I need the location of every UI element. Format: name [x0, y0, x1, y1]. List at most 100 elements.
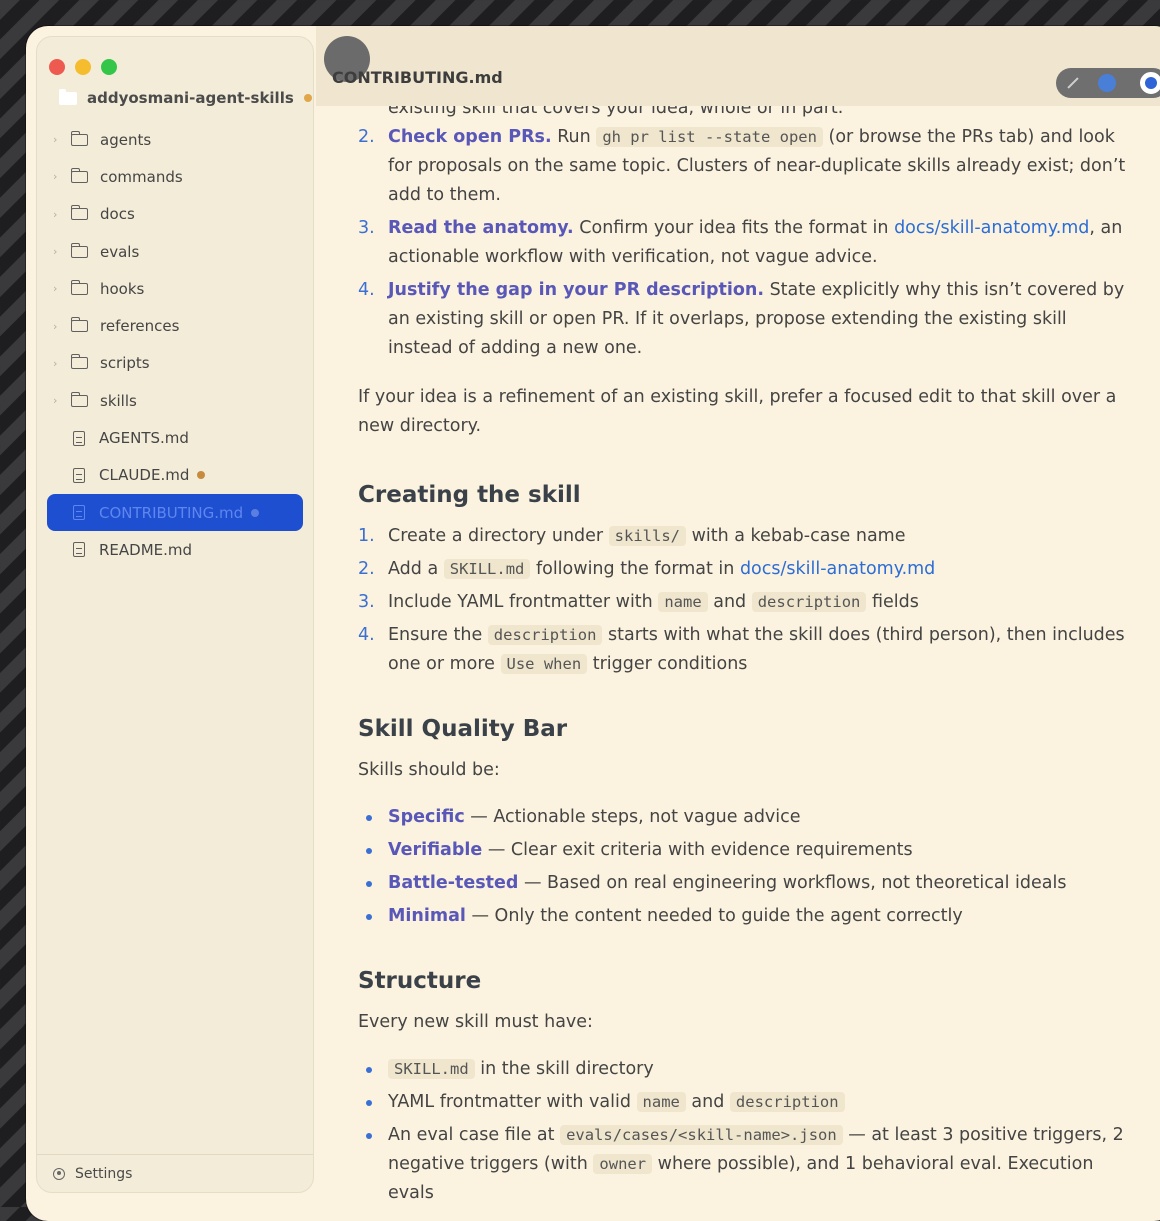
- sidebar-item-contributing-md[interactable]: CONTRIBUTING.md: [47, 493, 303, 532]
- chevron-right-icon[interactable]: ›: [53, 320, 63, 333]
- inline-code: SKILL.md: [443, 559, 531, 579]
- inline-code: name: [658, 592, 708, 612]
- chevron-right-icon[interactable]: ›: [53, 357, 63, 370]
- sidebar-item-readme-md[interactable]: README.md: [37, 531, 313, 568]
- document-content[interactable]: existing skill that covers your idea, wh…: [316, 106, 1160, 1221]
- folder-icon: [70, 167, 88, 183]
- list-number: 4.: [358, 280, 375, 300]
- sidebar-item-label: README.md: [99, 540, 193, 559]
- heading-structure: Structure: [358, 968, 482, 994]
- list-item: existing skill that covers your idea, wh…: [358, 106, 1133, 123]
- inline-code: name: [636, 1092, 686, 1112]
- sidebar-item-commands[interactable]: › commands: [37, 158, 313, 195]
- sidebar-item-label: hooks: [100, 279, 145, 298]
- color-dot-icon[interactable]: [1098, 74, 1116, 92]
- folder-icon: [70, 391, 88, 407]
- list-item: 4. Ensure the description starts with wh…: [358, 625, 1125, 674]
- modified-dot-icon: [303, 94, 312, 102]
- chevron-right-icon[interactable]: ›: [53, 394, 63, 407]
- list-lead: Read the anatomy.: [388, 218, 574, 238]
- list-item: Specific — Actionable steps, not vague a…: [358, 803, 1133, 832]
- sidebar-item-label: AGENTS.md: [99, 429, 189, 448]
- sidebar-item-agents-md[interactable]: AGENTS.md: [37, 419, 313, 456]
- list-item: Minimal — Only the content needed to gui…: [358, 902, 1133, 931]
- close-window-button[interactable]: [49, 59, 65, 75]
- sidebar-item-label: skills: [100, 391, 137, 410]
- list-item: 1. Create a directory under skills/ with…: [358, 526, 906, 546]
- sidebar-item-label: scripts: [100, 354, 150, 373]
- inline-code: skills/: [608, 526, 686, 546]
- quality-list: Specific — Actionable steps, not vague a…: [358, 803, 1133, 931]
- sidebar-item-claude-md[interactable]: CLAUDE.md: [37, 457, 313, 494]
- list-lead: Justify the gap in your PR description.: [388, 280, 764, 300]
- toolbar: [1056, 68, 1160, 98]
- bullet-icon: [366, 881, 372, 887]
- paragraph: Skills should be:: [358, 760, 500, 780]
- list-item: 3. Include YAML frontmatter with name an…: [358, 592, 919, 612]
- sidebar-item-label: evals: [100, 242, 140, 261]
- list-number: 2.: [358, 127, 375, 147]
- document-title: CONTRIBUTING.md: [332, 68, 503, 87]
- chevron-right-icon[interactable]: ›: [53, 133, 63, 146]
- bullet-icon: [366, 1100, 372, 1106]
- modified-dot-icon: [197, 471, 206, 480]
- list-item: Battle-tested — Based on real engineerin…: [358, 869, 1133, 898]
- sidebar-item-scripts[interactable]: › scripts: [37, 345, 313, 382]
- list-item: SKILL.md in the skill directory: [358, 1055, 1133, 1084]
- skill-anatomy-link[interactable]: docs/skill-anatomy.md: [894, 218, 1089, 238]
- bullet-icon: [366, 815, 372, 821]
- sidebar-item-agents[interactable]: › agents: [37, 121, 313, 158]
- file-icon: [73, 430, 85, 446]
- sidebar-item-references[interactable]: › references: [37, 307, 313, 344]
- inline-code: owner: [593, 1154, 653, 1174]
- folder-icon: [70, 279, 88, 295]
- skill-anatomy-link[interactable]: docs/skill-anatomy.md: [740, 559, 935, 579]
- folder-icon: [70, 354, 88, 370]
- inline-code: description: [751, 592, 867, 612]
- sidebar-item-evals[interactable]: › evals: [37, 233, 313, 270]
- inline-code: gh pr list --state open: [596, 127, 823, 147]
- list-item: An eval case file at evals/cases/<skill-…: [358, 1121, 1133, 1208]
- inline-code: evals/cases/<skill-name>.json: [560, 1125, 843, 1145]
- bullet-icon: [366, 848, 372, 854]
- list-text: existing skill that covers your idea, wh…: [388, 106, 844, 118]
- sidebar-item-skills[interactable]: › skills: [37, 382, 313, 419]
- folder-icon: [70, 205, 88, 221]
- sidebar: addyosmani-agent-skills › agents › comma…: [36, 36, 314, 1193]
- list-item: 3. Read the anatomy. Confirm your idea f…: [358, 214, 1133, 272]
- sidebar-root-folder[interactable]: addyosmani-agent-skills: [59, 88, 312, 107]
- inline-code: description: [487, 625, 603, 645]
- list-item: 2. Add a SKILL.md following the format i…: [358, 559, 936, 579]
- structure-list: SKILL.md in the skill directory YAML fro…: [358, 1055, 1133, 1208]
- folder-icon: [59, 88, 77, 105]
- modified-dot-icon: [251, 508, 260, 517]
- pencil-icon[interactable]: [1067, 77, 1079, 89]
- chevron-right-icon[interactable]: ›: [53, 282, 63, 295]
- sidebar-item-hooks[interactable]: › hooks: [37, 270, 313, 307]
- sidebar-item-docs[interactable]: › docs: [37, 196, 313, 233]
- chevron-right-icon[interactable]: ›: [53, 208, 63, 221]
- sidebar-item-label: agents: [100, 130, 152, 149]
- list-item: 4. Justify the gap in your PR descriptio…: [358, 276, 1133, 363]
- gear-icon: [53, 1167, 65, 1180]
- inline-code: Use when: [500, 654, 588, 674]
- list-item: YAML frontmatter with valid name and des…: [358, 1088, 1133, 1117]
- settings-button[interactable]: Settings: [37, 1154, 313, 1192]
- folder-icon: [70, 242, 88, 258]
- toggle-icon[interactable]: [1140, 72, 1160, 94]
- folder-icon: [70, 317, 88, 333]
- creating-steps-list: 1. Create a directory under skills/ with…: [358, 522, 1133, 679]
- file-icon: [73, 542, 85, 558]
- bullet-icon: [366, 1133, 372, 1139]
- chevron-right-icon[interactable]: ›: [53, 170, 63, 183]
- file-icon: [73, 467, 85, 483]
- paragraph: Every new skill must have:: [358, 1012, 593, 1032]
- document-header: [316, 26, 1160, 106]
- sidebar-item-label: CLAUDE.md: [99, 466, 190, 485]
- zoom-window-button[interactable]: [101, 59, 117, 75]
- folder-icon: [70, 130, 88, 146]
- minimize-window-button[interactable]: [75, 59, 91, 75]
- inline-code: description: [729, 1092, 845, 1112]
- bullet-icon: [366, 914, 372, 920]
- chevron-right-icon[interactable]: ›: [53, 245, 63, 258]
